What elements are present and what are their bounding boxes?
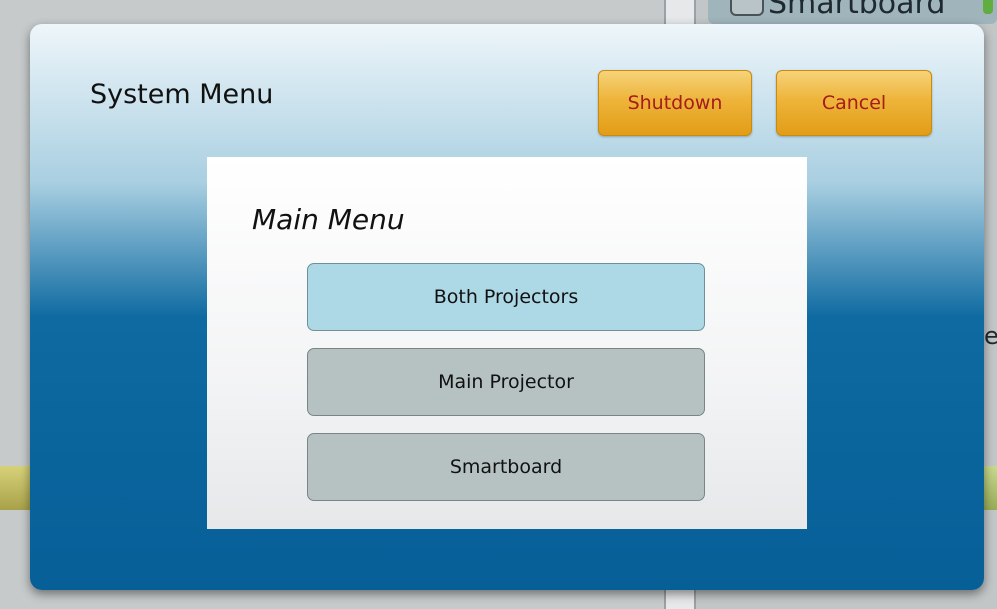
dialog-title: System Menu [90,79,274,110]
smartboard-button[interactable]: Smartboard [307,433,705,501]
shutdown-button[interactable]: Shutdown [598,70,752,136]
main-menu-title: Main Menu [252,203,405,236]
background-right-bar[interactable] [984,466,997,510]
background-left-bar[interactable] [0,466,32,510]
monitor-icon [730,0,764,16]
main-menu-panel: Main Menu Both Projectors Main Projector… [207,157,807,529]
background-edge-text: e [984,322,997,350]
background-device-card[interactable]: Smartboard [708,0,997,24]
both-projectors-button[interactable]: Both Projectors [307,263,705,331]
background-device-label: Smartboard [768,0,946,21]
system-menu-dialog: System Menu Shutdown Cancel Main Menu Bo… [30,24,984,590]
main-projector-button[interactable]: Main Projector [307,348,705,416]
cancel-button[interactable]: Cancel [776,70,932,136]
status-indicator-icon [983,0,993,14]
